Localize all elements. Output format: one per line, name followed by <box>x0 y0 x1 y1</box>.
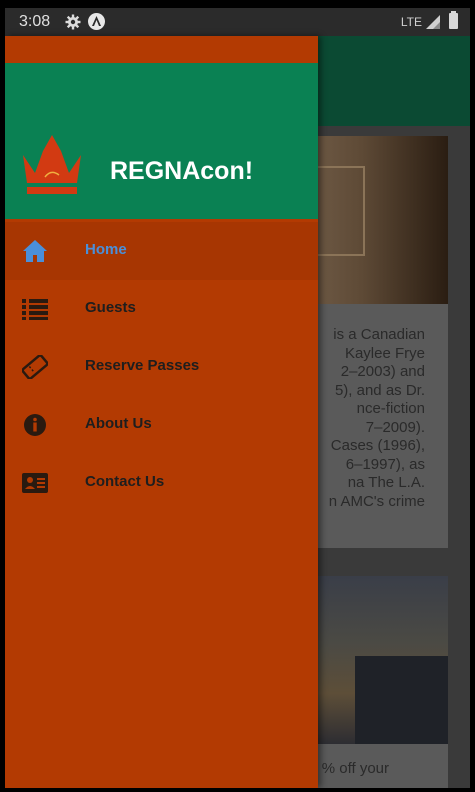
nav-item-label: Guests <box>85 299 136 316</box>
app-title: REGNAcon! <box>110 157 254 185</box>
nav-item-label: Contact Us <box>85 473 165 490</box>
info-icon <box>24 414 46 436</box>
list-icon <box>22 299 48 320</box>
nav-item-home[interactable]: Home <box>5 222 318 280</box>
drawer-top-strip <box>5 36 318 63</box>
nav-item-label: About Us <box>85 415 152 432</box>
nav-item-label: Home <box>85 241 127 258</box>
network-type: LTE <box>400 15 422 29</box>
app-icon <box>88 13 105 30</box>
contact-card-icon <box>22 473 48 493</box>
nav-item-contact-us[interactable]: Contact Us <box>5 454 318 512</box>
status-time: 3:08 <box>19 13 51 30</box>
nav-item-about-us[interactable]: About Us <box>5 396 318 454</box>
signal-icon <box>426 15 440 29</box>
ticket-icon <box>22 355 48 379</box>
crown-logo-icon <box>23 135 81 194</box>
gear-icon <box>65 14 81 30</box>
phone-screen: 3:08 LTE is a Canadian Kaylee Frye 2–200… <box>5 8 470 788</box>
battery-icon <box>449 11 458 29</box>
status-bar: 3:08 LTE <box>5 8 470 36</box>
nav-item-guests[interactable]: Guests <box>5 280 318 338</box>
nav-item-label: Reserve Passes <box>85 357 200 374</box>
home-icon <box>23 240 47 262</box>
nav-item-reserve-passes[interactable]: Reserve Passes <box>5 338 318 396</box>
navigation-drawer: REGNAcon! Home Guests Reserve Passes Abo… <box>5 36 318 788</box>
promo-photo-roof <box>355 656 448 744</box>
drawer-header: REGNAcon! <box>5 63 318 219</box>
